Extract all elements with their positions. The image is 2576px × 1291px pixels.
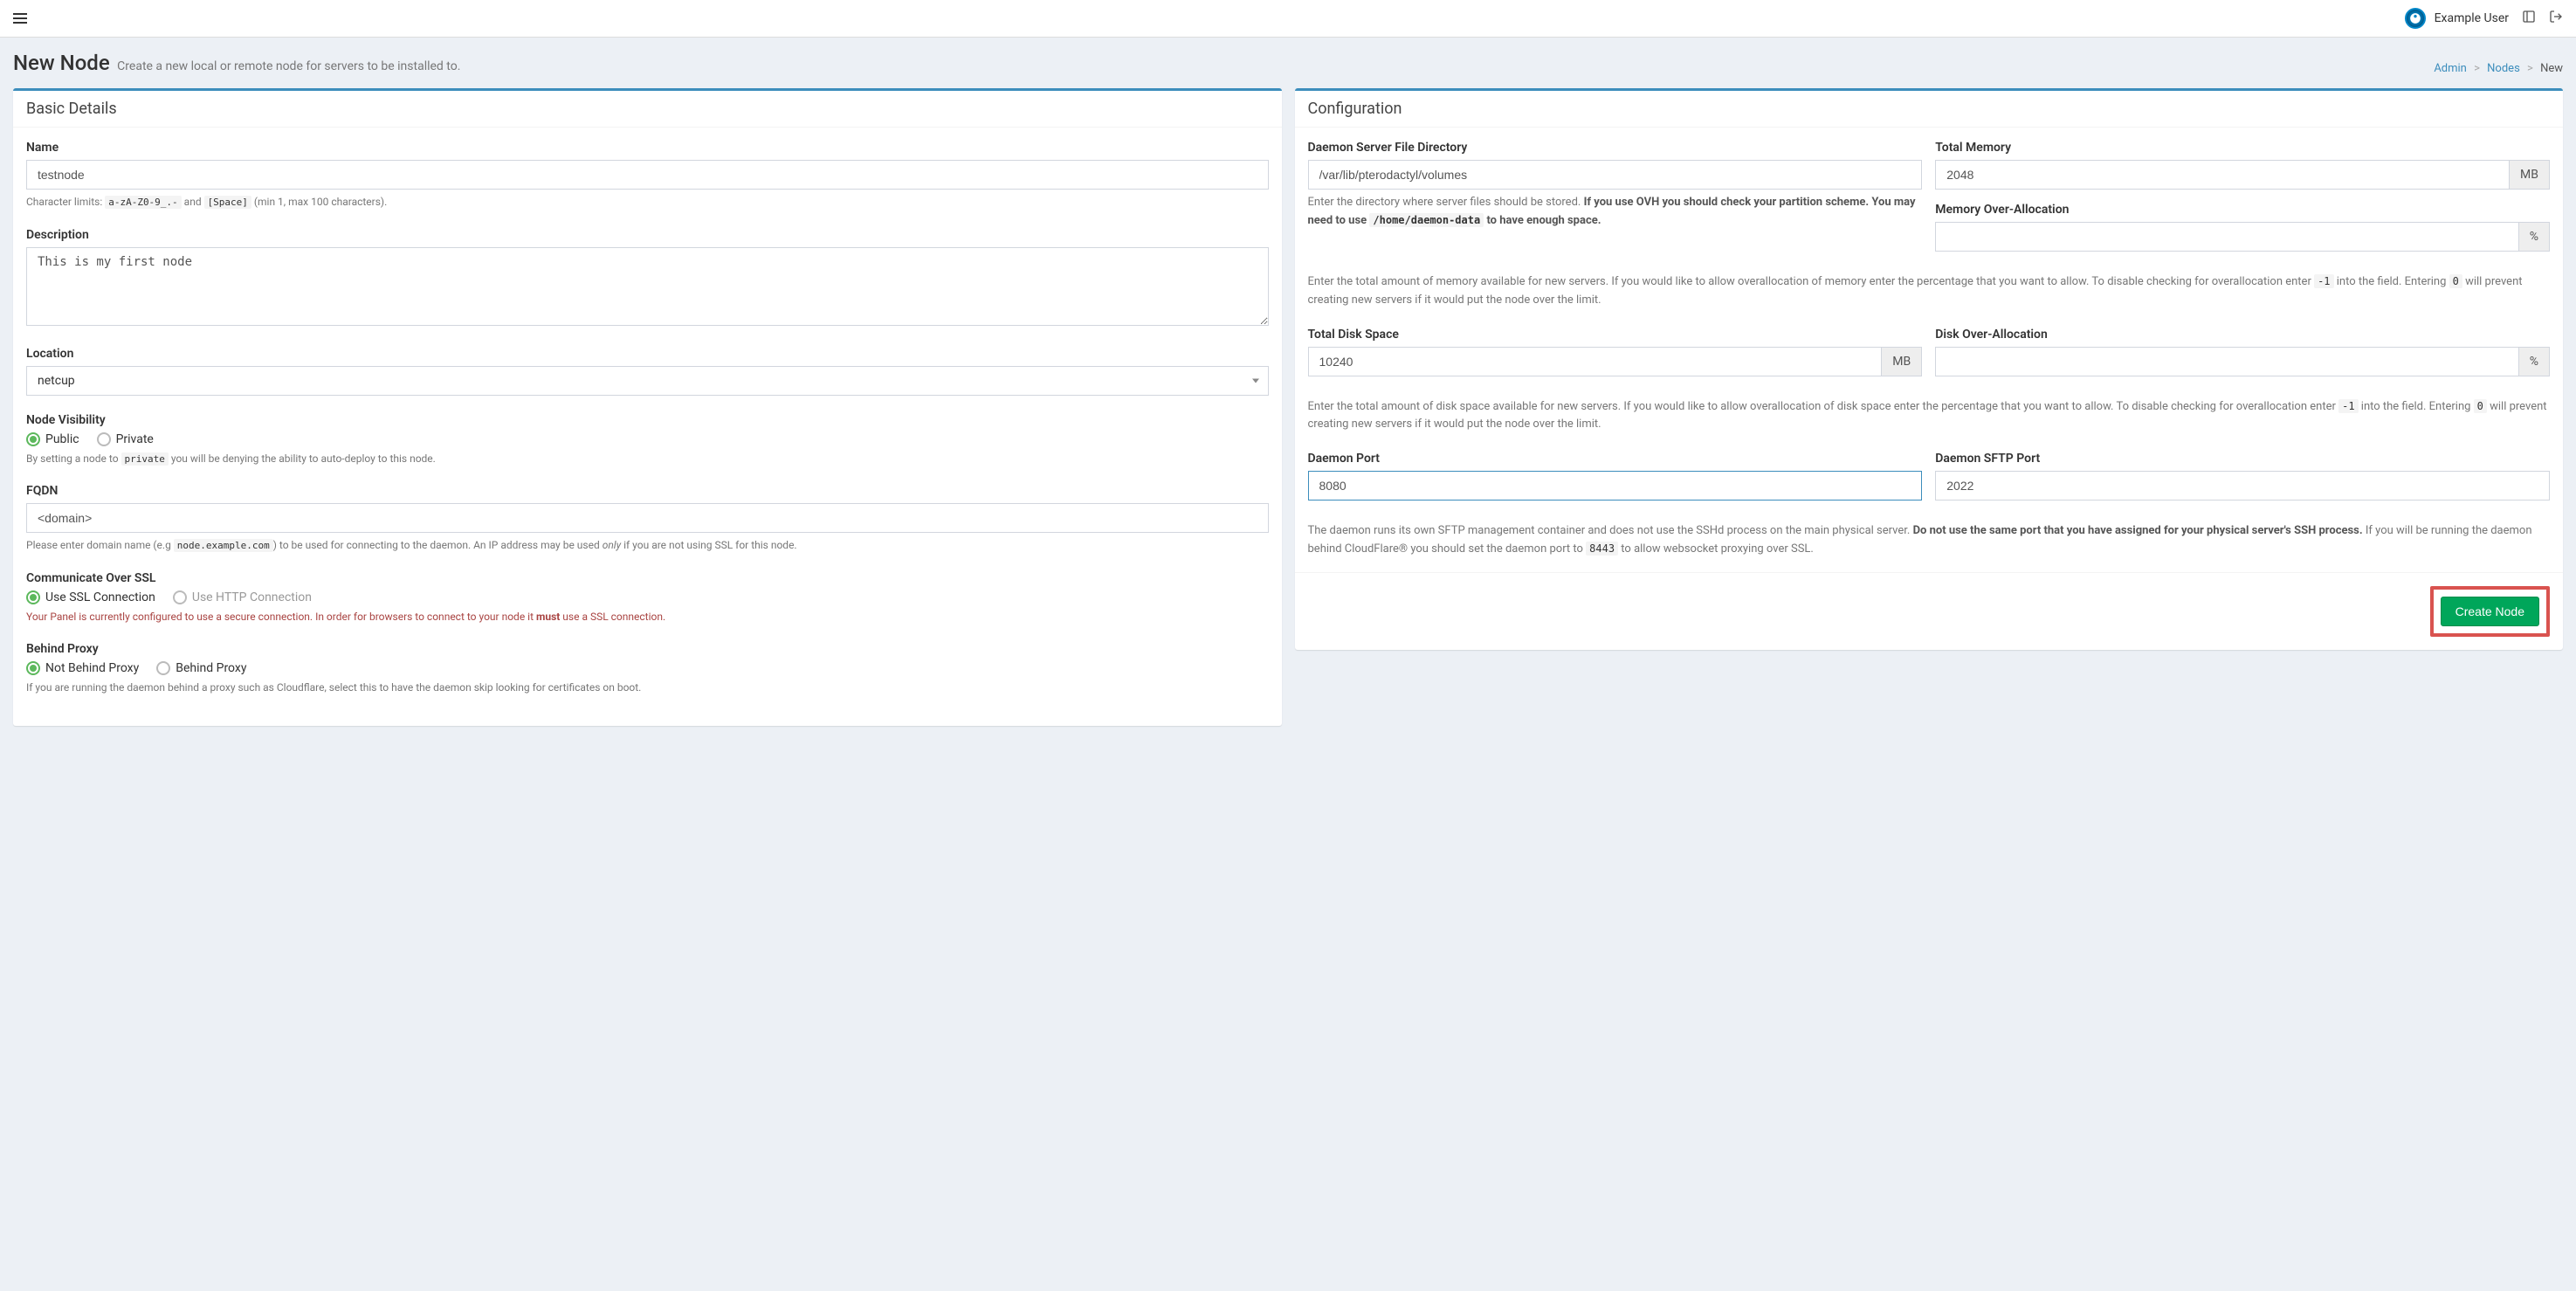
sftp-input[interactable] — [1935, 471, 2550, 501]
create-node-button[interactable]: Create Node — [2441, 597, 2539, 626]
visibility-private-radio[interactable]: Private — [97, 432, 154, 446]
radio-icon — [173, 590, 187, 604]
radio-icon — [26, 590, 40, 604]
submit-highlight: Create Node — [2430, 586, 2550, 637]
mem-over-input[interactable] — [1935, 222, 2517, 252]
dir-help: Enter the directory where server files s… — [1308, 194, 1923, 231]
name-help: Character limits: a-zA-Z0-9_.- and [Spac… — [26, 194, 1269, 211]
description-label: Description — [26, 228, 1269, 242]
total-mem-unit: MB — [2509, 160, 2550, 190]
visibility-label: Node Visibility — [26, 413, 1269, 427]
disk-over-unit: % — [2518, 347, 2550, 376]
layers-icon[interactable] — [2522, 10, 2536, 27]
radio-icon — [97, 432, 111, 446]
ssl-help: Your Panel is currently configured to us… — [26, 609, 1269, 625]
description-textarea[interactable] — [26, 247, 1269, 326]
page-subtitle: Create a new local or remote node for se… — [117, 59, 460, 73]
visibility-public-radio[interactable]: Public — [26, 432, 79, 446]
breadcrumb-admin[interactable]: Admin — [2434, 62, 2467, 75]
hamburger-icon[interactable] — [13, 13, 27, 24]
mem-help: Enter the total amount of memory availab… — [1308, 273, 2551, 310]
dir-input[interactable] — [1308, 160, 1923, 190]
configuration-title: Configuration — [1295, 91, 2564, 128]
ssl-use-http-radio[interactable]: Use HTTP Connection — [173, 590, 312, 604]
configuration-panel: Configuration Daemon Server File Directo… — [1295, 88, 2564, 650]
dport-label: Daemon Port — [1308, 452, 1923, 466]
basic-details-panel: Basic Details Name Character limits: a-z… — [13, 88, 1282, 726]
ssl-label: Communicate Over SSL — [26, 571, 1269, 585]
breadcrumb: Admin > Nodes > New — [2434, 62, 2563, 75]
radio-icon — [26, 661, 40, 675]
location-label: Location — [26, 347, 1269, 361]
location-select[interactable]: netcup — [26, 366, 1269, 396]
fqdn-help: Please enter domain name (e.g node.examp… — [26, 537, 1269, 554]
total-mem-input[interactable] — [1935, 160, 2509, 190]
visibility-help: By setting a node to private you will be… — [26, 451, 1269, 467]
breadcrumb-nodes[interactable]: Nodes — [2487, 62, 2520, 75]
disk-over-label: Disk Over-Allocation — [1935, 328, 2550, 342]
top-bar: Example User — [0, 0, 2576, 38]
proxy-label: Behind Proxy — [26, 642, 1269, 656]
fqdn-label: FQDN — [26, 484, 1269, 498]
basic-details-title: Basic Details — [13, 91, 1282, 128]
name-label: Name — [26, 141, 1269, 155]
disk-over-input[interactable] — [1935, 347, 2517, 376]
breadcrumb-new: New — [2540, 62, 2563, 75]
disk-help: Enter the total amount of disk space ava… — [1308, 398, 2551, 435]
user-name: Example User — [2435, 11, 2509, 25]
top-bar-right: Example User — [2405, 8, 2563, 29]
mem-over-unit: % — [2518, 222, 2550, 252]
page-title: New Node — [13, 51, 110, 75]
logout-icon[interactable] — [2549, 10, 2563, 27]
mem-over-label: Memory Over-Allocation — [1935, 203, 2550, 217]
content: Basic Details Name Character limits: a-z… — [0, 88, 2576, 739]
sftp-label: Daemon SFTP Port — [1935, 452, 2550, 466]
user-info[interactable]: Example User — [2405, 8, 2509, 29]
radio-icon — [26, 432, 40, 446]
proxy-not-radio[interactable]: Not Behind Proxy — [26, 661, 139, 675]
avatar — [2405, 8, 2426, 29]
content-header: New Node Create a new local or remote no… — [0, 38, 2576, 88]
ssl-use-ssl-radio[interactable]: Use SSL Connection — [26, 590, 155, 604]
total-mem-label: Total Memory — [1935, 141, 2550, 155]
disk-unit: MB — [1881, 347, 1922, 376]
radio-icon — [156, 661, 170, 675]
proxy-help: If you are running the daemon behind a p… — [26, 680, 1269, 695]
port-help: The daemon runs its own SFTP management … — [1308, 522, 2551, 559]
disk-label: Total Disk Space — [1308, 328, 1923, 342]
proxy-yes-radio[interactable]: Behind Proxy — [156, 661, 246, 675]
fqdn-input[interactable] — [26, 503, 1269, 533]
disk-input[interactable] — [1308, 347, 1882, 376]
dport-input[interactable] — [1308, 471, 1923, 501]
name-input[interactable] — [26, 160, 1269, 190]
dir-label: Daemon Server File Directory — [1308, 141, 1923, 155]
